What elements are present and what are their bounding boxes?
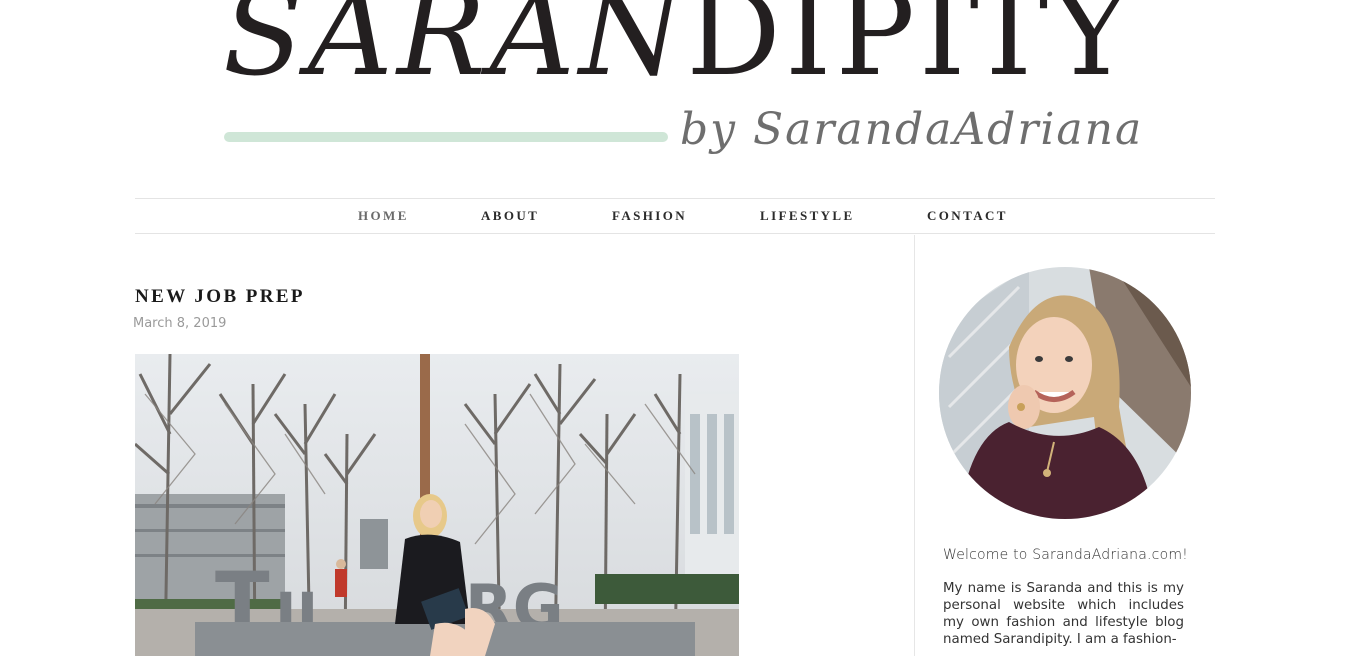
logo-byline: by SarandaAdriana [680,104,1144,155]
nav-home[interactable]: HOME [358,208,409,224]
nav-lifestyle[interactable]: LIFESTYLE [760,208,855,224]
site-logo[interactable]: SARANDIPITY by SarandaAdriana [0,0,1349,190]
nav-about[interactable]: ABOUT [481,208,539,224]
post-date: March 8, 2019 [133,316,227,331]
nav-contact[interactable]: CONTACT [927,208,1008,224]
post-title[interactable]: NEW JOB PREP [135,286,305,308]
sidebar-divider [914,235,915,656]
profile-avatar [939,267,1191,519]
photo-woman-tilburg-sign: T IL RG [135,354,739,656]
logo-wordmark-italic: SARAN [222,0,687,102]
profile-photo [939,267,1191,519]
logo-wordmark-upright: DIPITY [686,0,1135,102]
post-image[interactable]: T IL RG [135,354,739,656]
logo-brush-stroke [224,132,668,142]
nav-fashion[interactable]: FASHION [612,208,687,224]
main-nav: HOME ABOUT FASHION LIFESTYLE CONTACT [135,198,1215,234]
sidebar-bio: My name is Saranda and this is my person… [943,581,1184,647]
logo-wordmark: SARANDIPITY [0,0,1349,92]
sidebar-welcome: Welcome to SarandaAdriana.com! [943,547,1188,563]
